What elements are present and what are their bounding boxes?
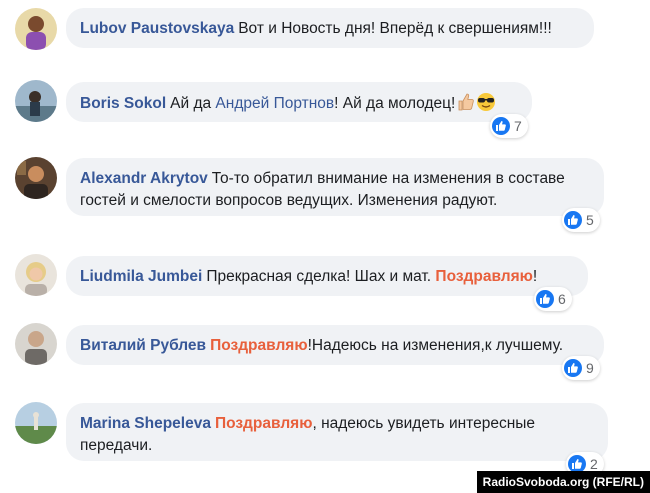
comment-text: Прекрасная сделка! Шах и мат.: [206, 268, 436, 285]
comment-author[interactable]: Lubov Paustovskaya: [80, 20, 234, 37]
like-reaction[interactable]: 6: [534, 287, 572, 311]
thumbs-up-emoji-icon: [455, 92, 475, 119]
like-reaction[interactable]: 9: [562, 356, 600, 380]
thumbs-up-icon: [564, 359, 582, 377]
avatar[interactable]: [15, 157, 57, 199]
like-reaction[interactable]: 5: [562, 208, 600, 232]
comment-bubble: Lubov Paustovskaya Вот и Новость дня! Впе…: [66, 8, 594, 48]
comment-text: ! Ай да молодец!: [334, 95, 456, 112]
like-count: 6: [558, 291, 566, 307]
like-count: 7: [514, 118, 522, 134]
like-count: 2: [590, 456, 598, 472]
avatar[interactable]: [15, 402, 57, 444]
like-reaction[interactable]: 7: [490, 114, 528, 138]
photo-credit: RadioSvoboda.org (RFE/RL): [476, 471, 650, 493]
comment-text: Ай да: [170, 95, 216, 112]
thumbs-up-icon: [536, 290, 554, 308]
comment-text: !Надеюсь на изменения,к лучшему.: [307, 337, 564, 354]
avatar[interactable]: [15, 323, 57, 365]
like-count: 5: [586, 212, 594, 228]
sunglasses-emoji-icon: [475, 92, 497, 119]
comment-bubble: Boris Sokol Ай да Андрей Портнов! Ай да м…: [66, 82, 532, 122]
comment-bubble: Liudmila Jumbei Прекрасная сделка! Шах и …: [66, 256, 588, 296]
comment-author[interactable]: Marina Shepeleva: [80, 415, 211, 432]
comment-author[interactable]: Виталий Рублев: [80, 337, 206, 354]
comment-author[interactable]: Alexandr Akrytov: [80, 170, 208, 187]
highlighted-word: Поздравляю: [210, 337, 308, 354]
avatar[interactable]: [15, 80, 57, 122]
comment-author[interactable]: Boris Sokol: [80, 95, 166, 112]
comment-text: То-то обратил внимание на изменения в со…: [211, 170, 565, 187]
comment-text: Вот и Новость дня! Вперёд к свершениям!!…: [238, 20, 552, 37]
thumbs-up-icon: [564, 211, 582, 229]
comment-text: !: [532, 268, 538, 285]
avatar[interactable]: [15, 254, 57, 296]
highlighted-word: Поздравляю: [214, 415, 313, 432]
comment-bubble: Marina Shepeleva Поздравляю, надеюсь увид…: [66, 403, 608, 461]
comment-text: передачи.: [80, 437, 153, 454]
comment-text: , надеюсь увидеть интересные: [312, 415, 536, 432]
comment-author[interactable]: Liudmila Jumbei: [80, 268, 202, 285]
like-count: 9: [586, 360, 594, 376]
comment-text: гостей и смелости вопросов ведущих. Изме…: [80, 192, 498, 209]
mention-link[interactable]: Андрей Портнов: [215, 95, 334, 112]
comment-bubble: Alexandr Akrytov То-то обратил внимание н…: [66, 158, 604, 216]
thumbs-up-icon: [492, 117, 510, 135]
avatar[interactable]: [15, 8, 57, 50]
highlighted-word: Поздравляю: [435, 268, 533, 285]
comment-bubble: Виталий Рублев Поздравляю!Надеюсь на изме…: [66, 325, 604, 365]
